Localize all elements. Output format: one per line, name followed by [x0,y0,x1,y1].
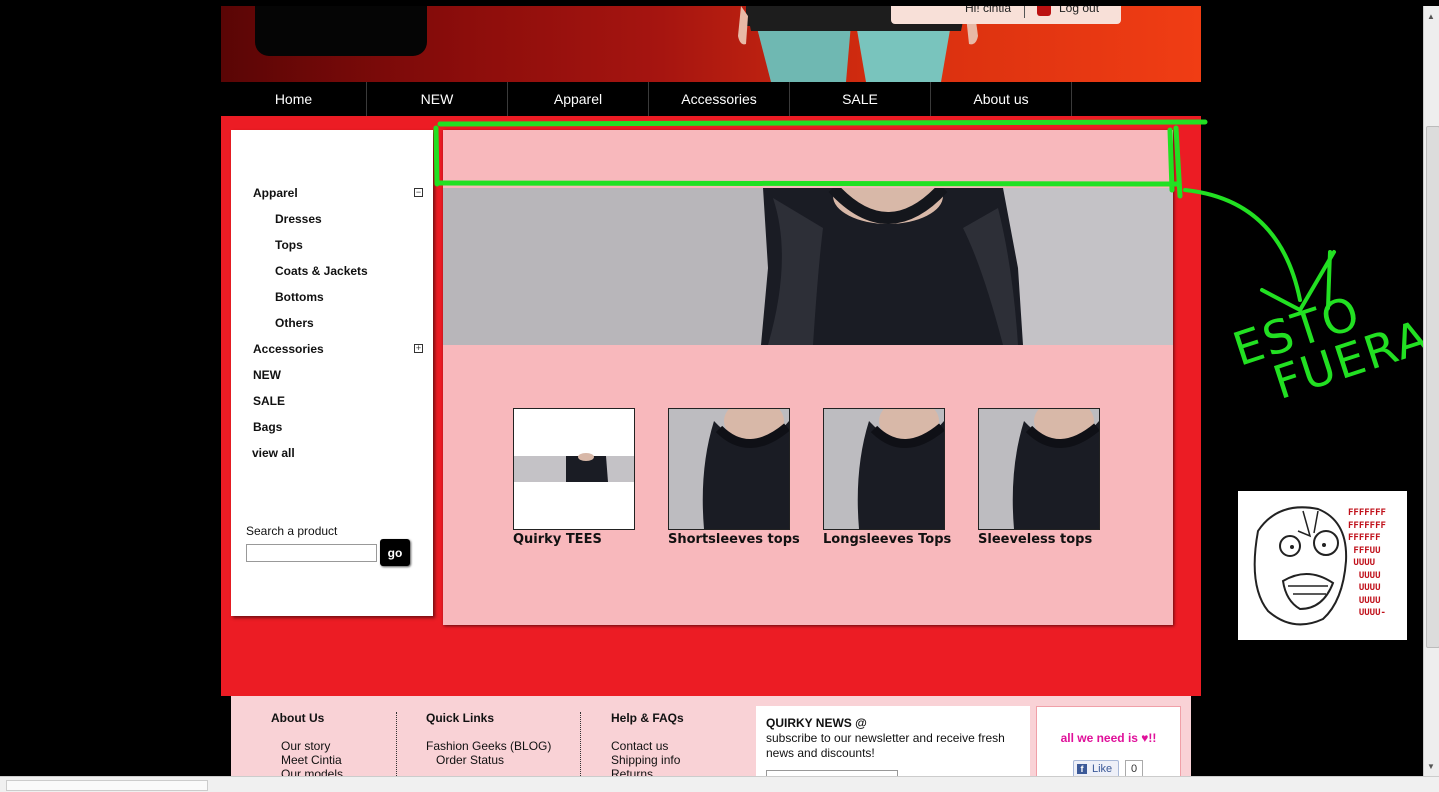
vertical-scrollbar[interactable]: ▲ ▼ [1423,6,1439,776]
annotation-overlay [433,119,1336,312]
status-bar [0,776,1439,792]
annotation-arrow [1183,188,1336,312]
scrollbar-thumb[interactable] [1426,126,1439,648]
rage-face-image: FFFFFFF FFFFFFF FFFFFF FFFUU UUUU UUUU U… [1238,491,1407,640]
annotation-highlight-box [433,119,1208,199]
status-bar-panel [6,780,208,791]
scroll-down-icon[interactable]: ▼ [1427,762,1435,771]
scroll-up-icon[interactable]: ▲ [1427,12,1435,21]
rage-text: FFFFFFF FFFFFFF FFFFFF FFFUU UUUU UUUU U… [1348,508,1386,618]
